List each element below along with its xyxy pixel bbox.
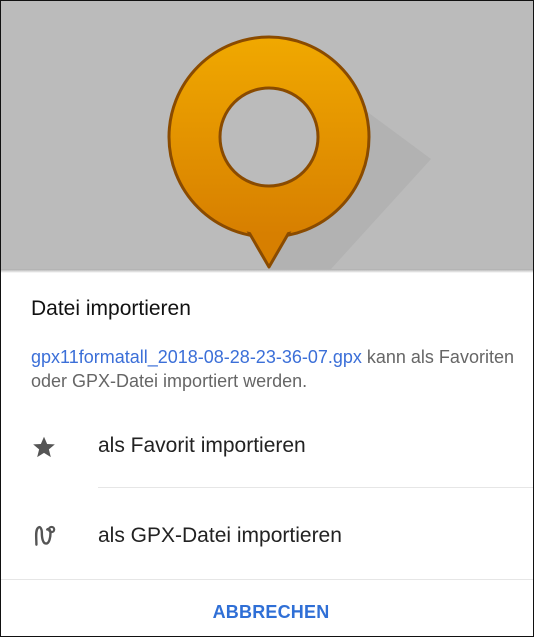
header-divider (1, 269, 533, 273)
option-divider (98, 487, 533, 488)
star-icon (33, 436, 55, 458)
route-icon (34, 525, 56, 546)
button-bar-divider (1, 579, 533, 580)
import-as-gpx-option[interactable]: als GPX-Datei importieren (1, 493, 533, 573)
dialog-title: Datei importieren (31, 297, 191, 320)
dialog-header-art (1, 1, 533, 269)
import-as-favorite-option[interactable]: als Favorit importieren (1, 406, 533, 486)
dialog-message: gpx11formatall_2018-08-28-23-36-07.gpx k… (31, 345, 521, 393)
option-label-gpx: als GPX-Datei importieren (98, 524, 342, 547)
import-file-dialog: Datei importieren gpx11formatall_2018-08… (0, 0, 534, 637)
file-name-text: gpx11formatall_2018-08-28-23-36-07.gpx (31, 347, 362, 367)
option-label-favorite: als Favorit importieren (98, 434, 306, 457)
osmand-logo-icon (167, 35, 431, 269)
cancel-button[interactable]: ABBRECHEN (191, 591, 351, 633)
